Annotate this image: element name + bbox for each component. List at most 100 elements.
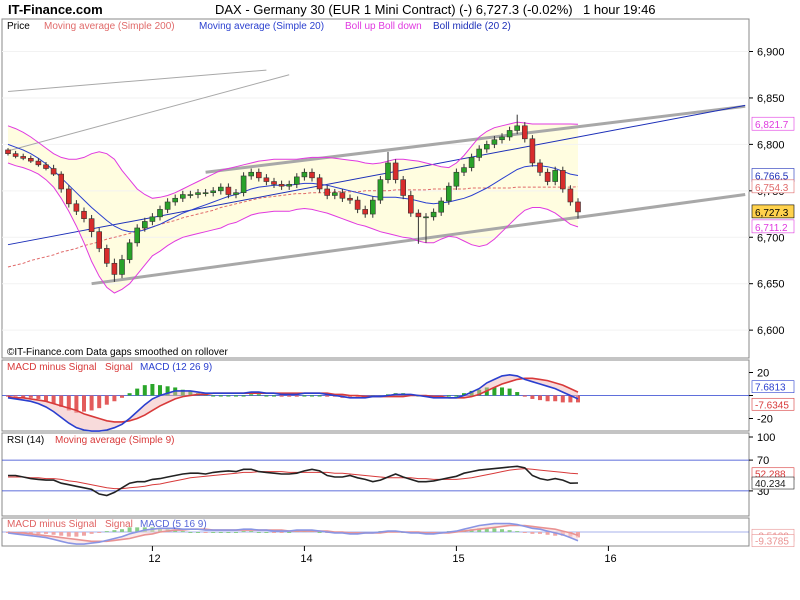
price-last-value-label: 6,727.3	[755, 208, 789, 219]
macd-histogram-bar	[196, 532, 200, 533]
candle-body	[377, 179, 384, 201]
macd-histogram-bar	[249, 394, 254, 396]
macd-histogram-bar	[249, 531, 254, 533]
candle-body	[12, 153, 19, 157]
macd-histogram-bar	[241, 395, 246, 397]
legend-macd: MACD (12 26 9)	[140, 362, 212, 373]
macd-histogram-bar	[256, 532, 261, 533]
macd-histogram-bar	[44, 532, 48, 534]
candle-body	[400, 179, 407, 196]
candle-body	[81, 210, 87, 219]
macd-histogram-bar	[545, 532, 550, 535]
macd-histogram-bar	[279, 532, 284, 533]
candle-body	[96, 231, 102, 249]
candle-body	[286, 184, 293, 187]
macd-histogram-bar	[66, 532, 71, 537]
macd-histogram-bar	[522, 532, 527, 533]
time-axis-label: 16	[604, 553, 616, 565]
macd-histogram-bar	[302, 395, 307, 397]
macd-axis-label: -20	[757, 414, 773, 426]
candle-body	[559, 170, 566, 190]
candle-body	[263, 177, 270, 182]
candle-body	[293, 176, 300, 185]
macd-histogram-bar	[218, 532, 223, 533]
candle-body	[142, 221, 148, 229]
candle-body	[354, 199, 361, 210]
macd-histogram-bar	[279, 395, 284, 397]
macd-histogram-bar	[515, 531, 520, 533]
macd-histogram-bar	[310, 395, 314, 397]
candle-body	[255, 171, 262, 179]
macd-histogram-bar	[218, 395, 223, 397]
macd-histogram-bar	[104, 531, 109, 533]
macd-histogram-bar	[545, 395, 550, 402]
candle-body	[111, 262, 118, 275]
candle-body	[567, 188, 574, 203]
candle-body	[415, 212, 422, 218]
candle-body	[309, 171, 315, 179]
macd-histogram-bar	[112, 530, 117, 532]
macd-histogram-bar	[294, 395, 299, 397]
legend-macd-signal: Signal	[105, 362, 133, 373]
candle-body	[43, 164, 49, 169]
candle-body	[476, 148, 483, 158]
macd-histogram-bar	[13, 395, 18, 397]
price-axis-label: 6,900	[757, 47, 785, 59]
macd-histogram-bar	[89, 532, 94, 534]
candle-body	[453, 171, 460, 187]
macd-histogram-bar	[82, 395, 86, 412]
candle-body	[240, 175, 247, 193]
macd-histogram-bar	[135, 388, 140, 396]
candle-body	[407, 195, 414, 214]
candle-body	[529, 138, 536, 164]
macd-histogram-bar	[500, 529, 504, 532]
macd-histogram-bar	[264, 532, 269, 533]
chart-footnote: ©IT-Finance.com Data gaps smoothed on ro…	[7, 347, 228, 358]
chart-canvas[interactable]: 20-207.6813-7.6345 100703052.28840.234 -…	[0, 0, 800, 600]
legend-rsi: RSI (14)	[7, 435, 44, 446]
candle-body	[157, 209, 163, 218]
macd-histogram-bar	[538, 395, 542, 401]
price-axis-label: 6,850	[757, 93, 785, 105]
macd-histogram-bar	[317, 532, 322, 533]
candle-body	[271, 181, 277, 185]
candle-body	[445, 185, 452, 202]
legend-macd2-hist: MACD minus Signal	[7, 519, 96, 530]
candle-body	[20, 156, 27, 159]
time-axis-label: 15	[452, 553, 464, 565]
candle-body	[164, 201, 171, 210]
candle-body	[544, 171, 551, 182]
macd-histogram-bar	[492, 528, 497, 532]
macd-histogram-bar	[211, 395, 216, 397]
price-axis-label: 6,600	[757, 325, 785, 337]
macd-histogram-bar	[241, 531, 246, 533]
macd-histogram-bar	[36, 532, 41, 534]
candle-body	[537, 162, 543, 173]
candle-body	[210, 190, 216, 193]
candle-body	[278, 184, 285, 187]
price-last-value-label: 6,821.7	[755, 120, 789, 131]
macd-last-value-label: -9.3785	[755, 537, 789, 548]
macd-histogram-bar	[180, 531, 185, 533]
candle-body	[301, 171, 308, 178]
legend-ma200: Moving average (Simple 200)	[44, 21, 175, 32]
macd-histogram-bar	[287, 532, 292, 533]
candle-body	[202, 192, 209, 194]
macd-last-value-label: 7.6813	[755, 383, 786, 394]
macd-histogram-bar	[287, 395, 292, 397]
macd-histogram-bar	[538, 532, 542, 534]
candle-body	[324, 188, 331, 196]
macd-axis-label: 20	[757, 368, 769, 380]
macd-histogram-bar	[256, 394, 261, 396]
macd-histogram-bar	[104, 395, 109, 405]
macd-histogram-bar	[82, 532, 86, 536]
legend-price: Price	[7, 21, 30, 32]
legend-ma20: Moving average (Simple 20)	[199, 21, 324, 32]
candle-body	[195, 192, 201, 195]
candle-body	[461, 167, 467, 173]
candle-body	[233, 192, 239, 195]
legend-boll-bands: Boll up Boll down	[345, 21, 422, 32]
macd-histogram-bar	[446, 395, 451, 397]
candle-body	[316, 177, 323, 190]
candle-body	[506, 130, 513, 138]
